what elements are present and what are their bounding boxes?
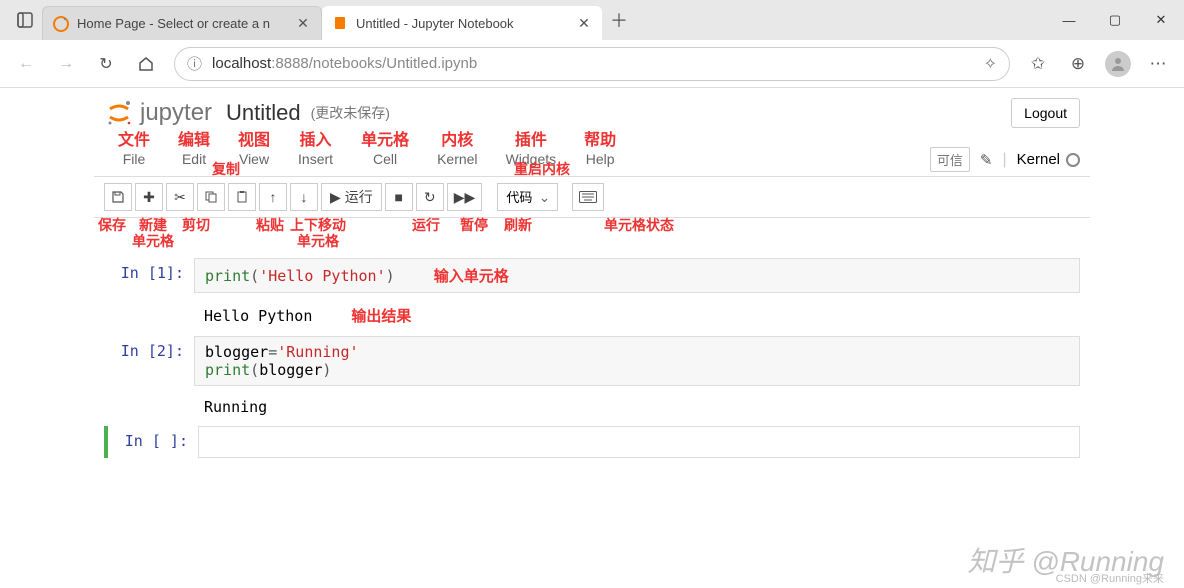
logout-button[interactable]: Logout <box>1011 98 1080 128</box>
annot-new-cell: 新建 单元格 <box>132 217 174 249</box>
home-button[interactable] <box>126 44 166 84</box>
cell-output-1: Hello Python 输出结果 <box>104 299 1080 336</box>
jupyter-logo-icon <box>104 98 134 128</box>
browser-chrome: Home Page - Select or create a n ✕ Untit… <box>0 0 1184 88</box>
save-button[interactable] <box>104 183 132 211</box>
cell-prompt: In [2]: <box>104 336 194 386</box>
restart-button[interactable]: ↻ <box>416 183 444 211</box>
notebook-favicon-icon <box>332 15 348 31</box>
move-up-button[interactable]: ↑ <box>259 183 287 211</box>
annot-stop: 暂停 <box>460 217 488 233</box>
annot-cut: 剪切 <box>182 217 210 233</box>
notebook-area: In [1]: print('Hello Python') 输入单元格 Hell… <box>94 218 1090 474</box>
annot-input-cell: 输入单元格 <box>434 267 509 285</box>
back-button[interactable]: ← <box>6 44 46 84</box>
paste-button[interactable] <box>228 183 256 211</box>
kernel-status-icon <box>1066 153 1080 167</box>
refresh-button[interactable]: ↻ <box>86 44 126 84</box>
tab-title: Untitled - Jupyter Notebook <box>356 16 570 31</box>
menu-help[interactable]: 帮助Help <box>570 132 630 172</box>
jupyter-brand-text: jupyter <box>140 99 212 127</box>
copy-button[interactable] <box>197 183 225 211</box>
address-row: ← → ↻ ⓘ localhost:8888/notebooks/Untitle… <box>0 40 1184 88</box>
annot-restart: 重启内核 <box>514 161 570 177</box>
profile-button[interactable] <box>1098 44 1138 84</box>
cell-type-select[interactable]: 代码 <box>497 183 558 211</box>
tab-bar: Home Page - Select or create a n ✕ Untit… <box>0 0 1184 40</box>
cell-input[interactable]: blogger='Running' print(blogger) <box>194 336 1080 386</box>
tab-overview-button[interactable] <box>8 3 42 37</box>
forward-button[interactable]: → <box>46 44 86 84</box>
close-window-button[interactable]: ✕ <box>1138 0 1184 40</box>
cell-output-2: Running <box>104 392 1080 426</box>
code-cell-2[interactable]: In [2]: blogger='Running' print(blogger) <box>104 336 1080 386</box>
minimize-button[interactable]: — <box>1046 0 1092 40</box>
code-cell-3-active[interactable]: In [ ]: <box>104 426 1080 458</box>
more-button[interactable]: ⋯ <box>1138 44 1178 84</box>
cell-prompt: In [1]: <box>104 258 194 293</box>
annot-copy: 复制 <box>212 161 240 177</box>
annot-refresh: 刷新 <box>504 217 532 233</box>
restart-run-button[interactable]: ▶▶ <box>447 183 483 211</box>
edit-icon[interactable]: ✎ <box>980 151 993 169</box>
menu-file[interactable]: 文件File <box>104 132 164 172</box>
jupyter-page: jupyter Untitled (更改未保存) Logout 文件File 编… <box>0 88 1184 588</box>
cut-button[interactable]: ✂ <box>166 183 194 211</box>
menu-kernel[interactable]: 内核Kernel <box>423 132 491 172</box>
annot-paste: 粘贴 <box>256 217 284 233</box>
tab-close-button[interactable]: ✕ <box>295 16 311 32</box>
cell-input[interactable] <box>198 426 1080 458</box>
kernel-indicator[interactable]: Kernel <box>1017 151 1080 168</box>
trusted-indicator[interactable]: 可信 <box>930 147 970 172</box>
add-cell-button[interactable]: ✚ <box>135 183 163 211</box>
annot-move: 上下移动 单元格 <box>290 217 346 249</box>
cell-input[interactable]: print('Hello Python') 输入单元格 <box>194 258 1080 293</box>
tab-untitled-notebook[interactable]: Untitled - Jupyter Notebook ✕ <box>322 6 602 40</box>
jupyter-header: jupyter Untitled (更改未保存) Logout <box>94 88 1090 132</box>
code-cell-1[interactable]: In [1]: print('Hello Python') 输入单元格 <box>104 258 1080 293</box>
annot-cellstate: 单元格状态 <box>604 217 674 233</box>
run-button[interactable]: ▶ 运行 <box>321 183 382 211</box>
address-bar[interactable]: ⓘ localhost:8888/notebooks/Untitled.ipyn… <box>174 47 1010 81</box>
url-text: localhost:8888/notebooks/Untitled.ipynb <box>212 55 477 72</box>
watermark-secondary: CSDN @Running来来 <box>1056 570 1164 586</box>
annot-output: 输出结果 <box>351 307 411 325</box>
tab-close-button[interactable]: ✕ <box>576 15 592 31</box>
collections-button[interactable]: ⊕ <box>1058 44 1098 84</box>
stop-button[interactable]: ■ <box>385 183 413 211</box>
annot-run: 运行 <box>412 217 440 233</box>
cell-prompt: In [ ]: <box>108 426 198 458</box>
toolbar: ✚ ✂ ↑ ↓ ▶ 运行 ■ ↻ ▶▶ 代码 保存 新建 单元格 剪切 复制 粘… <box>94 177 1090 218</box>
window-controls: — ▢ ✕ <box>1046 0 1184 40</box>
favorite-button[interactable]: ✧ <box>984 54 997 74</box>
menu-insert[interactable]: 插入Insert <box>284 132 347 172</box>
avatar-icon <box>1105 51 1131 77</box>
jupyter-logo[interactable]: jupyter <box>104 98 212 128</box>
command-palette-button[interactable] <box>572 183 604 211</box>
tab-home-page[interactable]: Home Page - Select or create a n ✕ <box>42 6 322 40</box>
site-info-icon[interactable]: ⓘ <box>187 53 202 74</box>
menubar: 文件File 编辑Edit 视图View 插入Insert 单元格Cell 内核… <box>94 132 1090 177</box>
menu-cell[interactable]: 单元格Cell <box>347 132 423 172</box>
jupyter-favicon-icon <box>53 16 69 32</box>
save-status: (更改未保存) <box>311 103 390 123</box>
new-tab-button[interactable]: ＋ <box>602 0 636 40</box>
favorites-button[interactable]: ✩ <box>1018 44 1058 84</box>
maximize-button[interactable]: ▢ <box>1092 0 1138 40</box>
annot-save: 保存 <box>98 217 126 233</box>
move-down-button[interactable]: ↓ <box>290 183 318 211</box>
tab-title: Home Page - Select or create a n <box>77 16 289 31</box>
notebook-title[interactable]: Untitled <box>226 100 301 126</box>
